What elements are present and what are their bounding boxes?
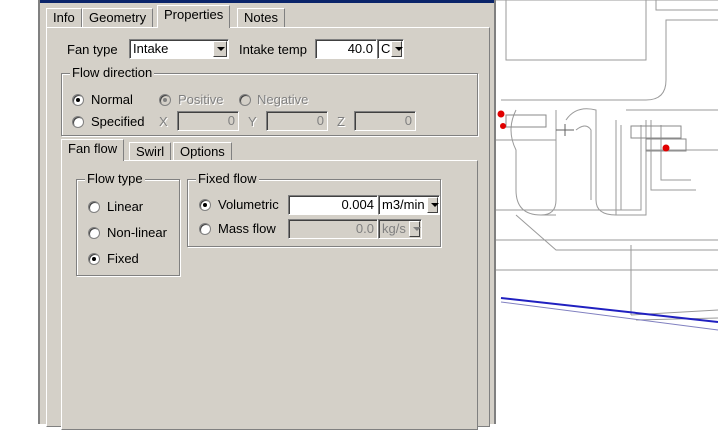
linear-radio[interactable] xyxy=(88,201,100,213)
model-viewport[interactable] xyxy=(496,0,718,424)
flow-direction-title: Flow direction xyxy=(70,65,155,80)
title-bar-edge xyxy=(40,0,494,3)
mass-flow-unit: kg/s xyxy=(382,221,406,236)
specified-label: Specified xyxy=(91,114,145,129)
intake-temp-input[interactable]: 40.0 xyxy=(315,39,377,59)
normal-radio[interactable] xyxy=(72,94,84,106)
volumetric-unit-dropdown-arrow-icon[interactable] xyxy=(427,197,439,213)
intake-temp-unit: C xyxy=(381,41,391,56)
tab-properties[interactable]: Properties xyxy=(157,5,231,28)
flow-type-title: Flow type xyxy=(85,171,145,186)
fixed-radio[interactable] xyxy=(88,253,100,265)
x-input[interactable]: 0 xyxy=(177,111,239,131)
tab-notes[interactable]: Notes xyxy=(237,8,285,27)
fan-flow-tab-body: Flow type Linear Non-linear Fixed Fixed … xyxy=(61,160,478,430)
fan-type-dropdown-arrow-icon[interactable] xyxy=(213,41,227,57)
y-input[interactable]: 0 xyxy=(266,111,328,131)
fan-type-value: Intake xyxy=(133,41,169,56)
fixed-label: Fixed xyxy=(107,251,139,266)
mass-unit-dropdown-arrow-icon[interactable] xyxy=(409,221,421,237)
linear-label: Linear xyxy=(107,199,144,214)
fixed-flow-group: Fixed flow Volumetric 0.004 m3/min Mass … xyxy=(187,171,441,247)
positive-radio[interactable] xyxy=(159,94,171,106)
specified-radio[interactable] xyxy=(72,116,84,128)
fan-type-label: Fan type xyxy=(67,42,118,57)
volumetric-unit: m3/min xyxy=(382,197,425,212)
mass-flow-unit-select[interactable]: kg/s xyxy=(378,219,422,239)
left-strip xyxy=(0,0,38,424)
volumetric-input[interactable]: 0.004 xyxy=(288,195,378,215)
volumetric-unit-select[interactable]: m3/min xyxy=(378,195,440,215)
volumetric-radio[interactable] xyxy=(199,199,211,211)
fan-type-select[interactable]: Intake xyxy=(129,39,229,59)
intake-temp-unit-select[interactable]: C xyxy=(377,39,404,59)
negative-radio[interactable] xyxy=(239,94,251,106)
z-input[interactable]: 0 xyxy=(354,111,416,131)
mass-flow-label: Mass flow xyxy=(218,221,276,236)
temp-unit-dropdown-arrow-icon[interactable] xyxy=(391,41,403,57)
non-linear-radio[interactable] xyxy=(88,227,100,239)
non-linear-label: Non-linear xyxy=(107,225,167,240)
tab-geometry[interactable]: Geometry xyxy=(82,8,154,27)
mass-flow-input[interactable]: 0.0 xyxy=(288,219,378,239)
tab-options[interactable]: Options xyxy=(173,142,232,161)
z-label: Z xyxy=(337,114,345,129)
volumetric-label: Volumetric xyxy=(218,197,279,212)
flow-direction-group: Flow direction Normal Positive Negative … xyxy=(61,65,478,136)
y-label: Y xyxy=(248,114,257,129)
tab-fan-flow[interactable]: Fan flow xyxy=(61,139,125,161)
intake-temp-label: Intake temp xyxy=(239,42,307,57)
flow-type-group: Flow type Linear Non-linear Fixed xyxy=(76,171,180,276)
normal-label: Normal xyxy=(91,92,133,107)
model-wireframe xyxy=(496,0,718,331)
mass-flow-radio[interactable] xyxy=(199,223,211,235)
fixed-flow-title: Fixed flow xyxy=(196,171,259,186)
negative-label: Negative xyxy=(257,92,309,107)
tab-info[interactable]: Info xyxy=(46,8,82,27)
positive-label: Positive xyxy=(178,92,224,107)
properties-dialog: Info Geometry Properties Notes Fan type … xyxy=(38,0,496,430)
properties-tab-body: Fan type Intake Intake temp 40.0 C Flow … xyxy=(46,27,490,430)
tab-swirl[interactable]: Swirl xyxy=(129,142,172,161)
x-label: X xyxy=(159,114,168,129)
